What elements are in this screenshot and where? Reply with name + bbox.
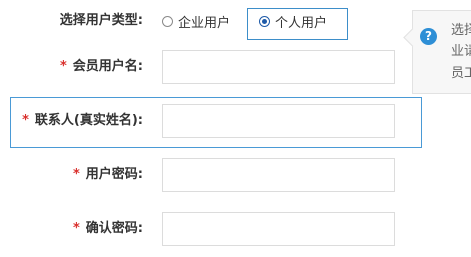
username-input[interactable] [162, 50, 395, 84]
confirm-password-label: * 确认密码: [72, 221, 143, 236]
radio-enterprise-user[interactable]: 企业用户 [162, 11, 230, 31]
user-type-label: 选择用户类型: [59, 13, 143, 28]
help-tooltip: ? 选择 业请 员工 [403, 10, 471, 94]
password-input[interactable] [162, 158, 395, 192]
required-mark: * [22, 113, 29, 128]
question-icon: ? [420, 28, 437, 45]
tooltip-line-1: 选择 [451, 23, 471, 38]
radio-individual-user[interactable]: 个人用户 [259, 11, 327, 31]
required-mark: * [72, 221, 80, 236]
contact-name-label: * 联系人(真实姓名): [22, 113, 143, 128]
contact-name-input[interactable] [162, 104, 395, 138]
radio-enterprise-label: 企业用户 [178, 15, 231, 31]
radio-individual-label: 个人用户 [275, 15, 328, 31]
tooltip-line-3: 员工 [451, 66, 471, 81]
radio-enterprise-circle[interactable] [162, 15, 173, 27]
required-mark: * [72, 167, 80, 182]
tooltip-line-2: 业请 [451, 44, 471, 59]
password-label: * 用户密码: [72, 167, 143, 182]
radio-individual-circle[interactable] [259, 15, 270, 27]
tooltip-arrow [403, 28, 422, 47]
confirm-password-input[interactable] [162, 212, 395, 246]
required-mark: * [59, 59, 67, 74]
username-label: * 会员用户名: [59, 59, 143, 74]
